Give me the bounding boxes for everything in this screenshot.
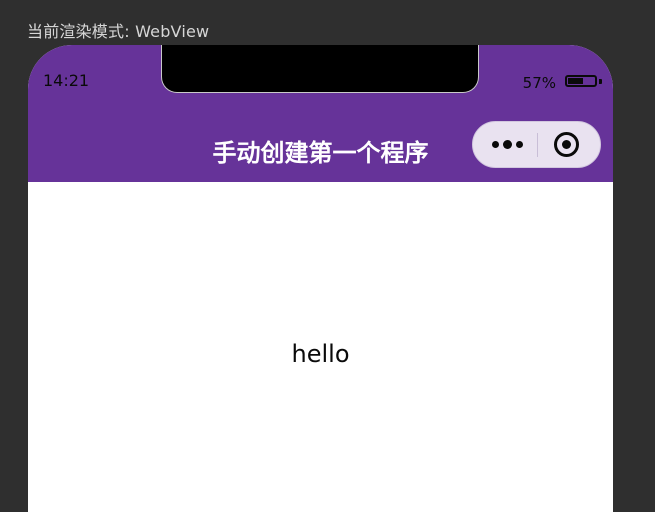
target-circle-icon[interactable] — [554, 132, 579, 157]
target-center — [562, 140, 571, 149]
dot — [515, 141, 523, 148]
menu-capsule — [472, 121, 601, 168]
battery-percent: 57% — [522, 74, 556, 92]
phone-frame: 14:21 57% 手动创建第一个程序 hello — [28, 45, 613, 512]
dot — [491, 141, 499, 148]
hello-text: hello — [291, 340, 350, 368]
render-mode-label: 当前渲染模式: WebView — [27, 22, 210, 41]
more-dots-icon[interactable] — [487, 122, 527, 167]
page-content: hello — [28, 182, 613, 512]
screen-notch — [161, 45, 479, 93]
dot — [502, 140, 512, 149]
battery-cap — [599, 79, 602, 84]
battery-icon — [565, 75, 597, 87]
status-time: 14:21 — [43, 71, 90, 90]
battery-level-fill — [568, 78, 583, 84]
capsule-divider — [537, 133, 538, 157]
navigation-bar: 14:21 57% 手动创建第一个程序 — [28, 45, 613, 182]
